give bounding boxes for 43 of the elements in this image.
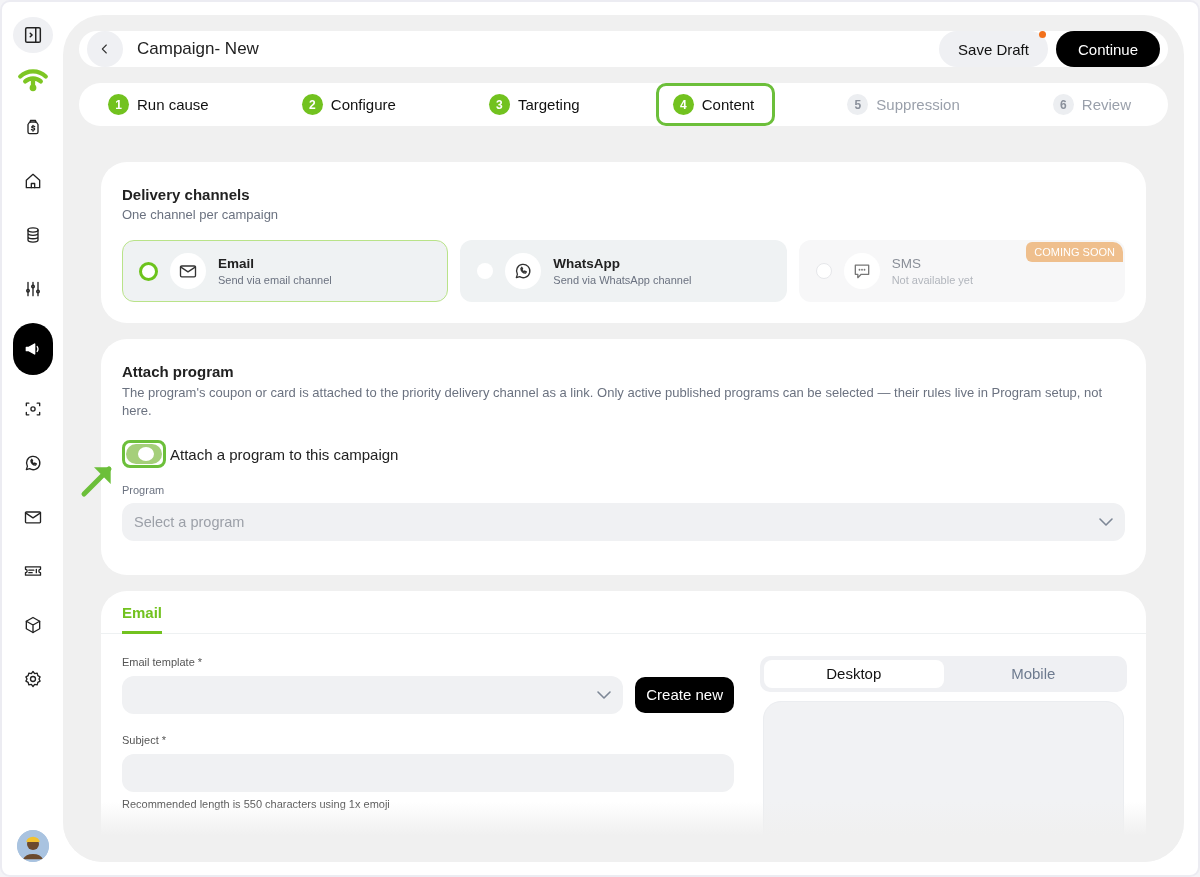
channel-name: WhatsApp: [553, 256, 622, 271]
channel-name: SMS: [891, 256, 922, 271]
toggle-switch[interactable]: [122, 440, 166, 468]
step-tab[interactable]: 1 Run cause: [91, 83, 230, 126]
chat-phone-icon: [513, 261, 534, 281]
channel-description: Not available yet: [891, 274, 973, 286]
radio-button[interactable]: [139, 261, 158, 281]
field-hint: Recommended length is 550 characters using 1x emoji: [122, 797, 391, 810]
section-title: Delivery channels: [122, 186, 251, 203]
channel-name: Email: [218, 256, 256, 271]
step-number: 4: [672, 94, 694, 115]
channel-option[interactable]: WhatsApp Send via WhatsApp channel: [460, 240, 787, 302]
step-number: 2: [301, 94, 323, 115]
field-label: Program: [122, 484, 166, 496]
section-subtitle: One channel per campaign: [122, 207, 280, 222]
step-tab[interactable]: 3 Targeting: [471, 83, 601, 126]
continue-button[interactable]: Continue: [1055, 31, 1160, 67]
field-label: Email template *: [122, 655, 204, 668]
avatar-icon[interactable]: [16, 830, 49, 862]
chevron-down-icon: [1099, 518, 1113, 526]
channel-description: Send via email channel: [218, 274, 332, 286]
step-tab[interactable]: 4 Content: [655, 83, 776, 126]
collapse-sidebar-button[interactable]: [12, 17, 53, 53]
section-title: Attach program: [122, 363, 235, 380]
channel-option[interactable]: Email Send via email channel: [122, 240, 449, 302]
nav-item[interactable]: [12, 323, 53, 375]
section-description: The program's coupon or card is attached to the priority delivery channel as a link. Only active published programs can be selected — their rules live in Program setup, not here.: [122, 384, 1104, 420]
step-number: 1: [108, 94, 129, 115]
settings-icon: [22, 669, 43, 689]
step-tab[interactable]: 2 Configure: [284, 83, 417, 126]
toggle-label: Attach a program to this campaign: [170, 445, 399, 463]
save-draft-button[interactable]: Save Draft: [939, 31, 1048, 67]
step-number: 5: [847, 94, 869, 115]
field-label: Subject *: [122, 733, 168, 746]
preview-tab[interactable]: Desktop: [764, 659, 944, 688]
chevron-down-icon: [597, 690, 612, 699]
step-number: 6: [1052, 94, 1074, 115]
step-number: 3: [488, 94, 510, 115]
create-new-button[interactable]: Create new: [635, 676, 734, 713]
page-title: Campaign- New: [137, 39, 260, 59]
channel-description: Send via WhatsApp channel: [553, 274, 692, 286]
coming-soon-badge: COMING SOON: [1026, 242, 1123, 262]
preview-tab[interactable]: Mobile: [943, 659, 1123, 688]
